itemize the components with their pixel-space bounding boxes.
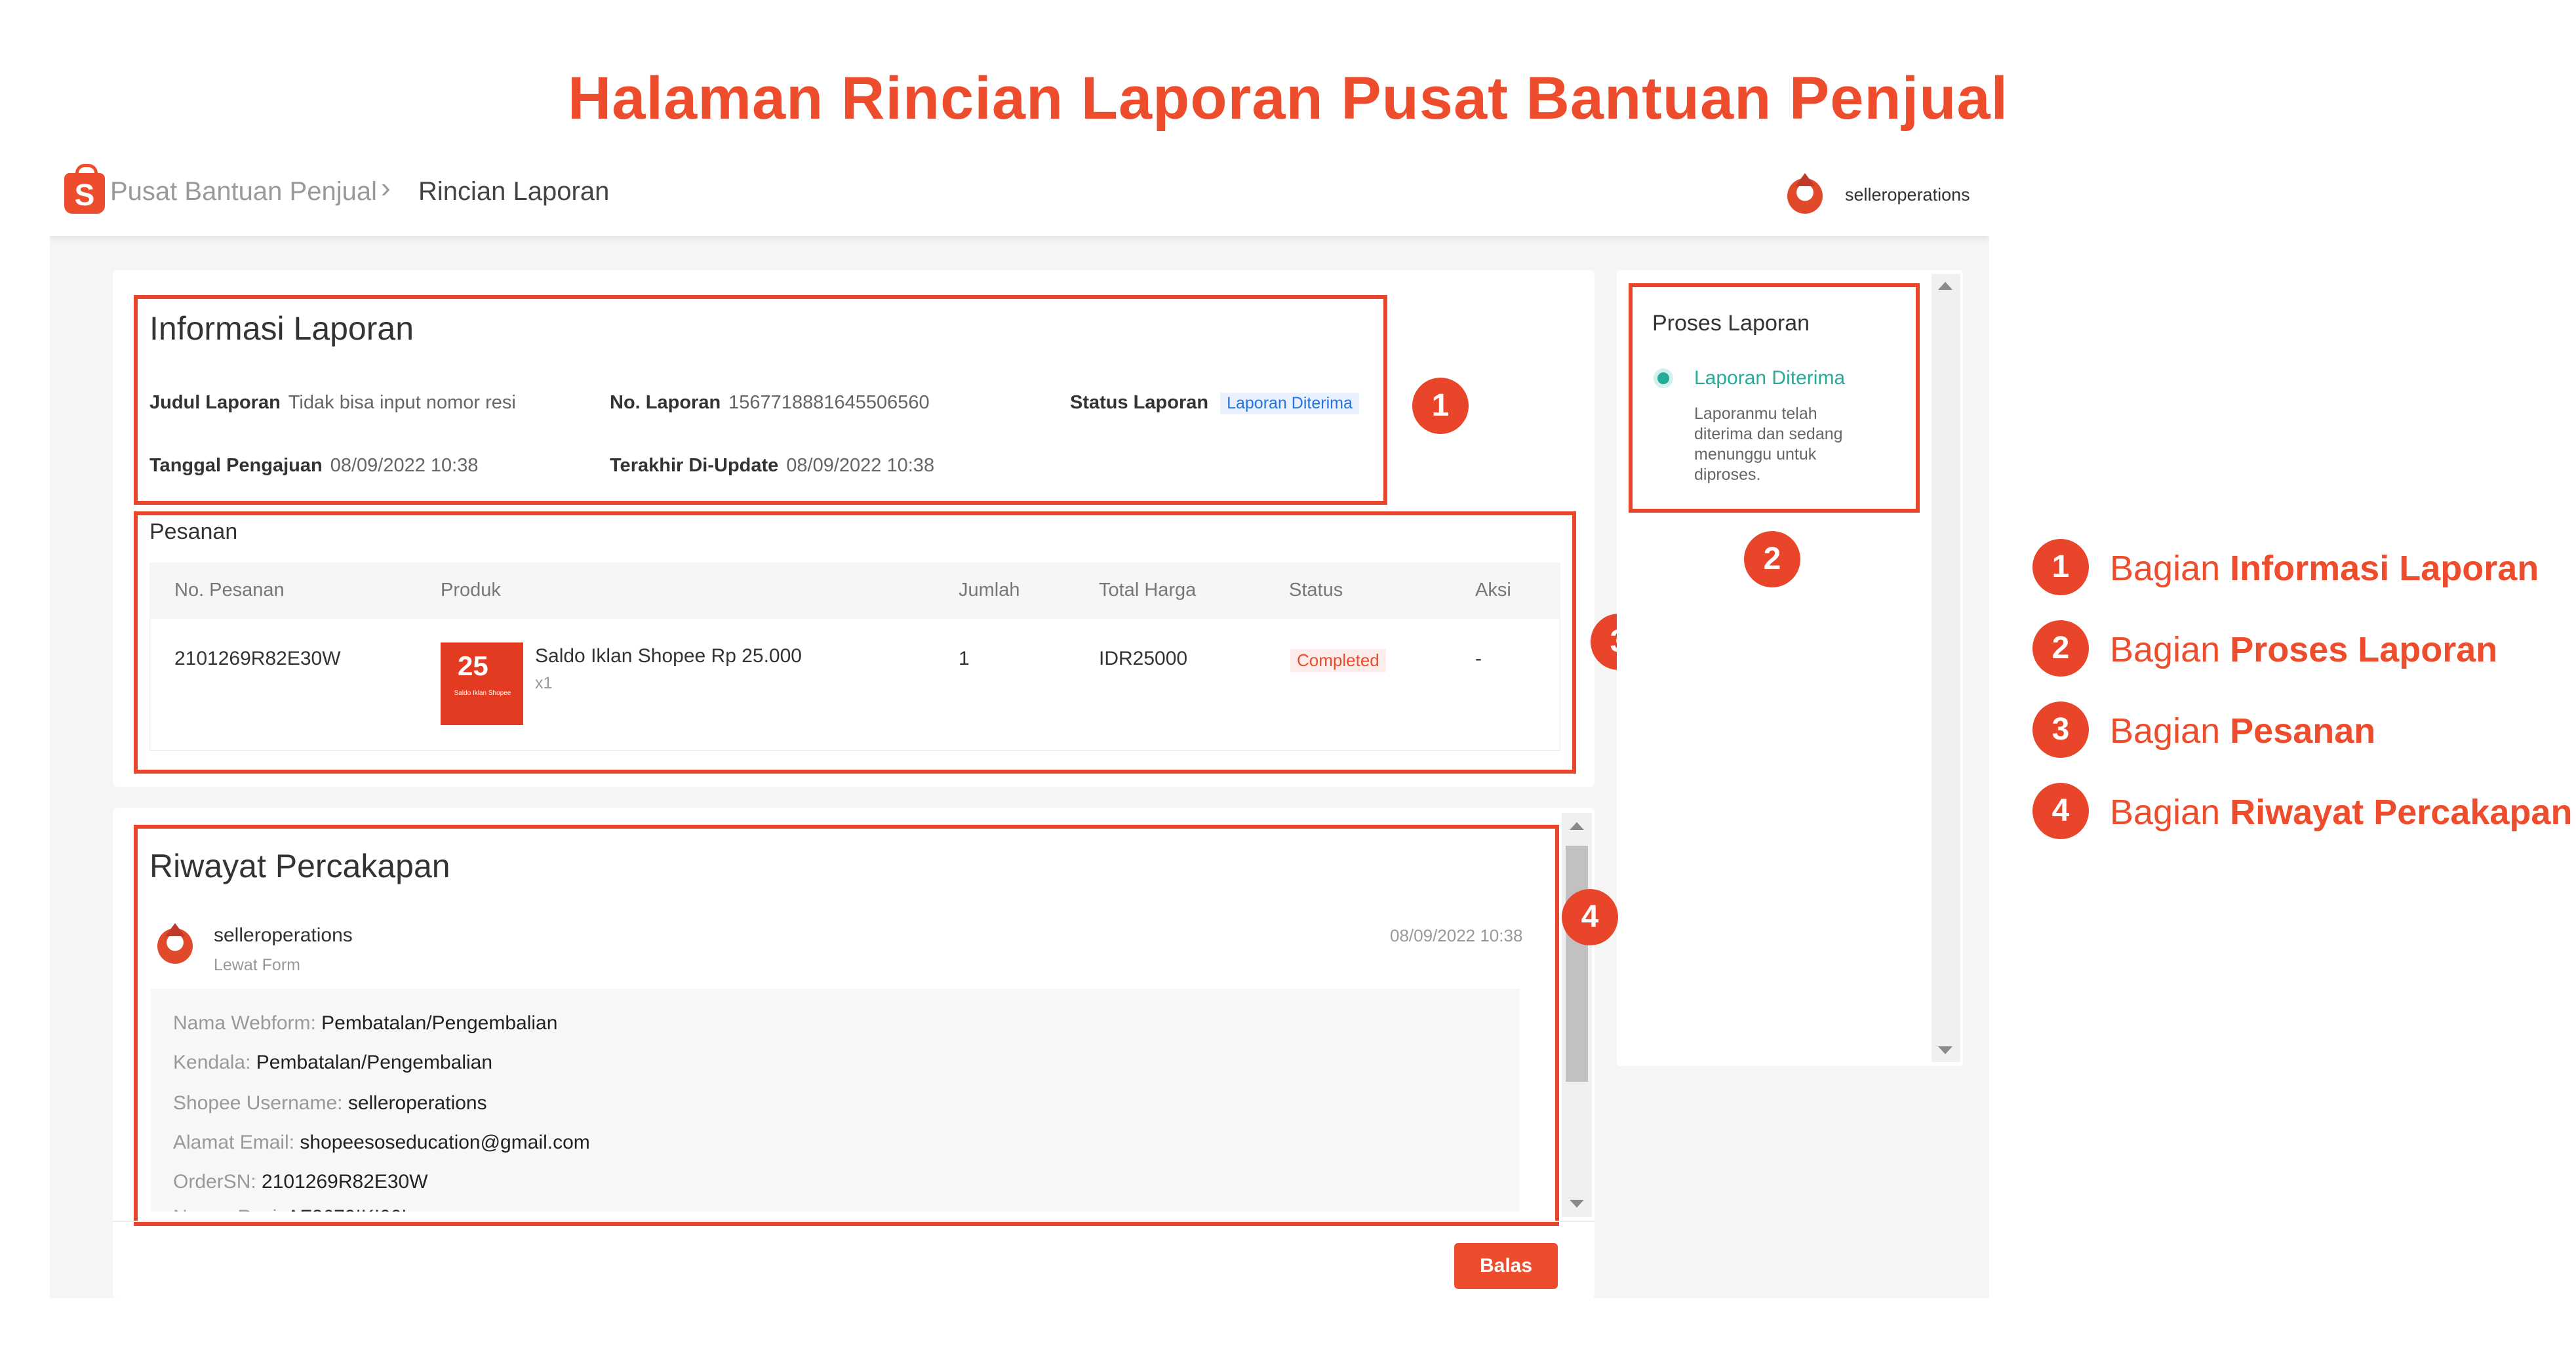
legend-item-3: Bagian Pesanan bbox=[2110, 711, 2375, 751]
terakhir-update: Terakhir Di-Update 08/09/2022 10:38 bbox=[610, 455, 934, 477]
thumb-amount: 25 bbox=[458, 650, 488, 681]
field-value: Pembatalan/Pengembalian bbox=[256, 1052, 493, 1073]
chat-message-box: Nama Webform: Pembatalan/Pengembalian Ke… bbox=[151, 989, 1520, 1212]
field-key: Alamat Email: bbox=[173, 1132, 300, 1153]
update-label: Terakhir Di-Update bbox=[610, 455, 779, 476]
orders-title: Pesanan bbox=[149, 519, 238, 544]
thumb-caption: Saldo Iklan Shopee bbox=[454, 690, 511, 697]
process-desc: Laporanmu telah diterima dan sedang menu… bbox=[1694, 405, 1843, 484]
field-key: Nomor Resi: bbox=[173, 1206, 287, 1212]
legend-badge-2: 2 bbox=[2032, 620, 2089, 677]
status-label: Status Laporan bbox=[1070, 392, 1209, 413]
orders-table-header bbox=[149, 563, 1560, 619]
field-key: OrderSN: bbox=[173, 1171, 262, 1193]
orders-table-body bbox=[149, 619, 1560, 751]
field-value: shopeesoseducation@gmail.com bbox=[300, 1132, 590, 1153]
shopee-logo-icon[interactable]: S bbox=[64, 164, 105, 214]
reply-button[interactable]: Balas bbox=[1454, 1243, 1558, 1289]
legend-prefix: Bagian bbox=[2110, 711, 2230, 751]
chat-time: 08/09/2022 10:38 bbox=[1390, 926, 1523, 945]
field-username: Shopee Username: selleroperations bbox=[173, 1092, 487, 1115]
breadcrumb-root[interactable]: Pusat Bantuan Penjual bbox=[110, 177, 377, 207]
chat-divider bbox=[113, 1221, 1595, 1222]
legend-bold: Pesanan bbox=[2230, 711, 2376, 751]
col-jumlah: Jumlah bbox=[959, 580, 1020, 601]
legend-item-4: Bagian Riwayat Percakapan bbox=[2110, 792, 2572, 833]
no-label: No. Laporan bbox=[610, 392, 721, 413]
callout-badge-2: 2 bbox=[1744, 531, 1800, 587]
legend-prefix: Bagian bbox=[2110, 549, 2230, 588]
callout-badge-1: 1 bbox=[1412, 378, 1469, 434]
order-number[interactable]: 2101269R82E30W bbox=[174, 648, 341, 670]
legend-bold: Riwayat Percakapan bbox=[2230, 793, 2573, 832]
col-aksi: Aksi bbox=[1475, 580, 1511, 601]
field-kendala: Kendala: Pembatalan/Pengembalian bbox=[173, 1052, 492, 1074]
field-value: selleroperations bbox=[347, 1092, 487, 1114]
legend-prefix: Bagian bbox=[2110, 630, 2230, 669]
field-value: AF3679IKI00L bbox=[287, 1206, 412, 1212]
judul-value: Tidak bisa input nomor resi bbox=[288, 392, 516, 413]
chat-title: Riwayat Percakapan bbox=[149, 848, 450, 884]
judul-label: Judul Laporan bbox=[149, 392, 281, 413]
update-value: 08/09/2022 10:38 bbox=[786, 455, 935, 476]
chat-scroll-thumb[interactable] bbox=[1566, 846, 1588, 1082]
no-laporan: No. Laporan 1567718881645506560 bbox=[610, 392, 930, 414]
field-email: Alamat Email: shopeesoseducation@gmail.c… bbox=[173, 1132, 590, 1154]
field-value: 2101269R82E30W bbox=[262, 1171, 428, 1193]
top-bar: S Pusat Bantuan Penjual › Rincian Lapora… bbox=[50, 152, 1989, 236]
report-info-title: Informasi Laporan bbox=[149, 310, 414, 347]
scroll-up-icon[interactable] bbox=[1938, 282, 1952, 290]
sender-avatar-icon bbox=[157, 923, 193, 964]
step-dot-icon bbox=[1657, 372, 1669, 384]
field-key: Shopee Username: bbox=[173, 1092, 348, 1114]
col-no-pesanan: No. Pesanan bbox=[174, 580, 285, 601]
chat-scroll-up-icon[interactable] bbox=[1570, 822, 1584, 830]
legend-prefix: Bagian bbox=[2110, 793, 2230, 832]
chat-via: Lewat Form bbox=[214, 956, 300, 974]
status-badge: Laporan Diterima bbox=[1220, 393, 1359, 414]
field-key: Nama Webform: bbox=[173, 1012, 322, 1034]
no-value: 1567718881645506560 bbox=[728, 392, 930, 413]
chevron-right-icon: › bbox=[381, 172, 391, 204]
col-produk: Produk bbox=[441, 580, 501, 601]
field-value: Pembatalan/Pengembalian bbox=[321, 1012, 558, 1034]
order-action[interactable]: - bbox=[1475, 648, 1482, 670]
chat-sender: selleroperations bbox=[214, 924, 353, 946]
field-ordersn: OrderSN: 2101269R82E30W bbox=[173, 1171, 428, 1193]
field-key: Kendala: bbox=[173, 1052, 256, 1073]
status-laporan: Status Laporan Laporan Diterima bbox=[1070, 392, 1359, 414]
order-total: IDR25000 bbox=[1099, 648, 1188, 669]
product-qty: x1 bbox=[535, 674, 553, 692]
breadcrumb-current: Rincian Laporan bbox=[418, 177, 610, 206]
order-jumlah: 1 bbox=[959, 648, 970, 669]
order-status-badge: Completed bbox=[1290, 649, 1386, 672]
tanggal-value: 08/09/2022 10:38 bbox=[330, 455, 479, 476]
legend-badge-1: 1 bbox=[2032, 539, 2089, 595]
col-total-harga: Total Harga bbox=[1099, 580, 1197, 601]
tanggal-pengajuan: Tanggal Pengajuan 08/09/2022 10:38 bbox=[149, 455, 479, 477]
legend-item-1: Bagian Informasi Laporan bbox=[2110, 548, 2539, 589]
header-username[interactable]: selleroperations bbox=[1845, 185, 1970, 205]
tanggal-label: Tanggal Pengajuan bbox=[149, 455, 323, 476]
product-thumbnail: 25 Saldo Iklan Shopee bbox=[441, 642, 523, 725]
product-name[interactable]: Saldo Iklan Shopee Rp 25.000 bbox=[535, 645, 802, 667]
user-avatar-icon[interactable] bbox=[1787, 173, 1823, 214]
process-title: Proses Laporan bbox=[1652, 311, 1810, 336]
col-status: Status bbox=[1289, 580, 1343, 601]
legend-item-2: Bagian Proses Laporan bbox=[2110, 629, 2497, 670]
legend-badge-3: 3 bbox=[2032, 701, 2089, 758]
legend-badge-4: 4 bbox=[2032, 783, 2089, 839]
process-step: Laporan Diterima bbox=[1694, 367, 1846, 389]
judul-laporan: Judul Laporan Tidak bisa input nomor resi bbox=[149, 392, 516, 414]
field-nama-webform: Nama Webform: Pembatalan/Pengembalian bbox=[173, 1012, 557, 1035]
callout-badge-4: 4 bbox=[1562, 889, 1618, 945]
chat-scroll-down-icon[interactable] bbox=[1570, 1200, 1584, 1208]
scroll-down-icon[interactable] bbox=[1938, 1046, 1952, 1054]
process-scrollbar[interactable] bbox=[1932, 274, 1960, 1062]
legend-bold: Informasi Laporan bbox=[2230, 549, 2539, 588]
page-title: Halaman Rincian Laporan Pusat Bantuan Pe… bbox=[567, 65, 2009, 132]
legend-bold: Proses Laporan bbox=[2230, 630, 2498, 669]
field-nomor-resi: Nomor Resi: AF3679IKI00L bbox=[173, 1206, 412, 1212]
